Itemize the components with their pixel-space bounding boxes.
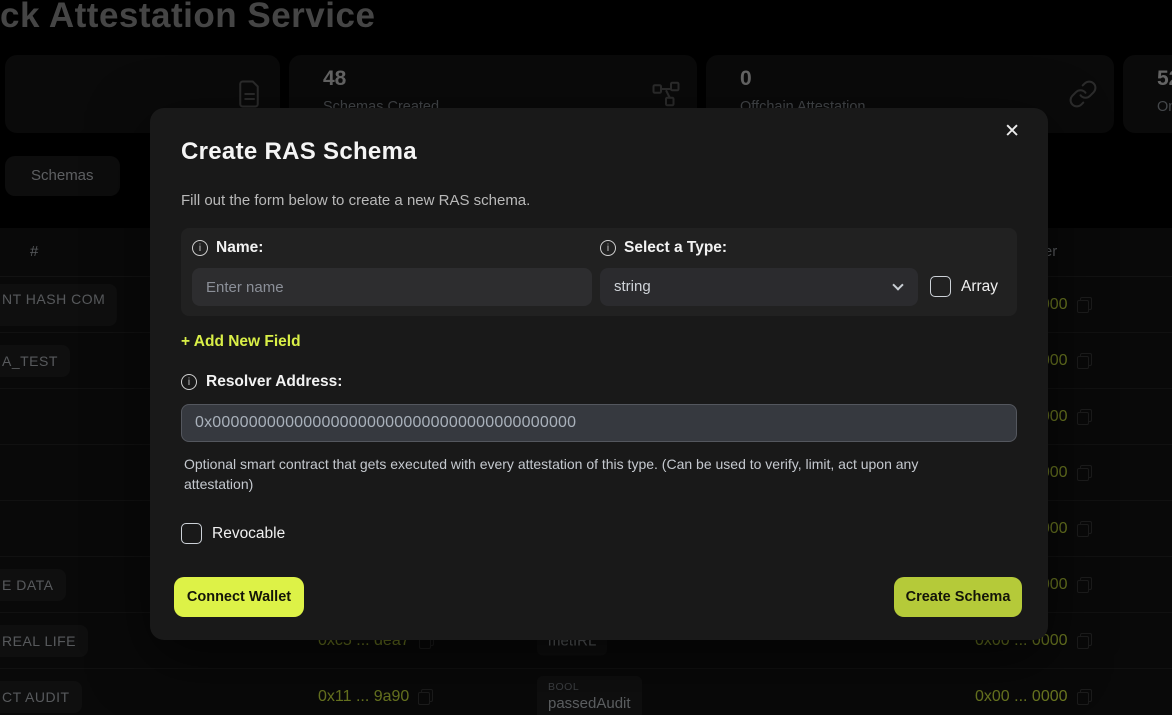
- resolver-address-input[interactable]: [181, 404, 1017, 442]
- revocable-label: Revocable: [212, 525, 285, 543]
- info-icon: i: [181, 374, 197, 390]
- info-icon: i: [192, 240, 208, 256]
- create-schema-button[interactable]: Create Schema: [894, 577, 1022, 617]
- modal-subtitle: Fill out the form below to create a new …: [181, 192, 530, 209]
- type-label: i Select a Type:: [600, 239, 727, 257]
- modal-title: Create RAS Schema: [181, 138, 417, 166]
- name-input[interactable]: [192, 268, 592, 306]
- revocable-checkbox[interactable]: [181, 523, 202, 544]
- type-select[interactable]: string: [600, 268, 918, 306]
- field-form-panel: i Name: i Select a Type: string Array: [181, 228, 1017, 316]
- resolver-address-label: i Resolver Address:: [181, 373, 342, 391]
- add-new-field-button[interactable]: + Add New Field: [181, 333, 301, 351]
- info-icon: i: [600, 240, 616, 256]
- resolver-help-text: Optional smart contract that gets execut…: [184, 454, 984, 494]
- array-option: Array: [930, 276, 998, 297]
- array-checkbox[interactable]: [930, 276, 951, 297]
- type-select-value: string: [614, 278, 651, 295]
- close-icon[interactable]: ✕: [1004, 122, 1020, 141]
- array-label: Array: [961, 278, 998, 296]
- create-schema-modal: ✕ Create RAS Schema Fill out the form be…: [150, 108, 1048, 640]
- name-label: i Name:: [192, 239, 263, 257]
- connect-wallet-button[interactable]: Connect Wallet: [174, 577, 304, 617]
- revocable-option: Revocable: [181, 523, 285, 544]
- chevron-down-icon: [892, 279, 903, 290]
